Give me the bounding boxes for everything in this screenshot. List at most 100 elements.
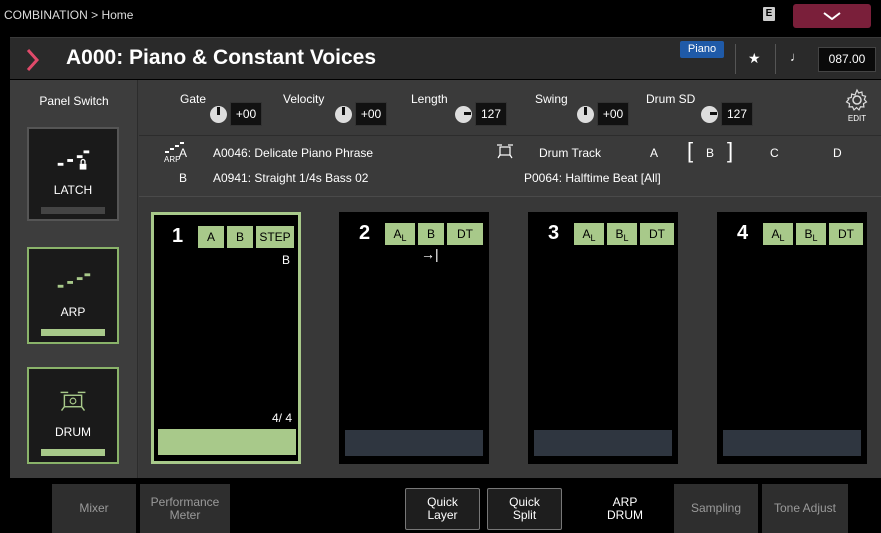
slot-c[interactable]: C bbox=[770, 146, 779, 160]
drum-switch-label: DRUM bbox=[55, 425, 91, 439]
track-tag-step[interactable]: STEP bbox=[256, 226, 294, 248]
slot-a[interactable]: A bbox=[650, 146, 658, 160]
button-label-line2: Split bbox=[512, 508, 537, 522]
breadcrumb: COMBINATION > Home bbox=[4, 8, 134, 22]
arp-switch-label: ARP bbox=[60, 305, 86, 319]
arp-pattern-info: ARP A A0046: Delicate Piano Phrase B A09… bbox=[139, 137, 881, 195]
track-tag-a[interactable]: AL bbox=[763, 223, 793, 245]
slot-d[interactable]: D bbox=[833, 146, 842, 160]
track-tag-dt[interactable]: DT bbox=[640, 223, 674, 245]
drum-sd-label: Drum SD bbox=[646, 92, 696, 106]
swing-label: Swing bbox=[535, 92, 568, 106]
slot-bracket-right: ] bbox=[727, 138, 734, 163]
button-label-line2: Layer bbox=[427, 508, 458, 522]
track-tag-dt[interactable]: DT bbox=[447, 223, 483, 245]
tag-sub: L bbox=[401, 233, 407, 243]
drum-pattern[interactable]: P0064: Halftime Beat [All] bbox=[524, 171, 661, 185]
main-panel: Panel Switch LATCH ARP DRUM Gate +00 Vel… bbox=[10, 80, 881, 478]
track-tag-dt[interactable]: DT bbox=[829, 223, 863, 245]
gate-label: Gate bbox=[180, 92, 207, 106]
track-tag-b[interactable]: B bbox=[227, 226, 253, 248]
track-number: 1 bbox=[172, 225, 184, 247]
gate-value[interactable]: +00 bbox=[230, 102, 262, 126]
quick-layer-button[interactable]: Quick Layer bbox=[405, 488, 480, 530]
track-footbar bbox=[158, 429, 296, 455]
drum-indicator bbox=[41, 449, 105, 456]
e-indicator-icon: E bbox=[763, 7, 775, 21]
chevron-right-icon[interactable] bbox=[18, 46, 48, 74]
tag-sub: L bbox=[623, 233, 629, 243]
arp-a-pattern[interactable]: A0046: Delicate Piano Phrase bbox=[213, 146, 373, 160]
drum-track-label: Drum Track bbox=[539, 146, 602, 160]
track-4[interactable]: 4 AL BL DT bbox=[717, 212, 867, 464]
arp-indicator bbox=[41, 329, 105, 336]
tempo-field[interactable]: 087.00 bbox=[818, 47, 876, 72]
velocity-knob-icon[interactable] bbox=[335, 106, 352, 123]
tag-text: B bbox=[804, 227, 813, 241]
menu-collapse-button[interactable] bbox=[793, 4, 871, 28]
bottom-tab-bar: Mixer Performance Meter Quick Layer Quic… bbox=[0, 484, 881, 533]
track-footbar bbox=[723, 430, 861, 456]
tag-text: A bbox=[393, 227, 402, 241]
tag-sub: L bbox=[779, 233, 785, 243]
slot-b[interactable]: B bbox=[706, 146, 714, 160]
edit-label: EDIT bbox=[847, 114, 867, 123]
quarter-note-icon: ♩ bbox=[790, 49, 803, 64]
gate-knob-icon[interactable] bbox=[210, 106, 227, 123]
drum-switch-button[interactable]: DRUM bbox=[27, 367, 119, 464]
track-1[interactable]: 1 A B STEP B 4/ 4 bbox=[151, 212, 301, 464]
tag-text: A bbox=[582, 227, 591, 241]
length-knob-icon[interactable] bbox=[455, 106, 472, 123]
track-tag-a[interactable]: A bbox=[198, 226, 224, 248]
track-footbar bbox=[345, 430, 483, 456]
divider bbox=[775, 44, 776, 74]
tab-performance-meter[interactable]: Performance Meter bbox=[140, 484, 230, 533]
track-3[interactable]: 3 AL BL DT bbox=[528, 212, 678, 464]
tag-text: A bbox=[771, 227, 780, 241]
track-number: 2 bbox=[359, 222, 371, 244]
latch-button[interactable]: LATCH bbox=[27, 127, 119, 221]
track-arrow-icon: →| bbox=[421, 246, 439, 262]
latch-arp-icon bbox=[57, 150, 90, 170]
track-tag-b[interactable]: BL bbox=[796, 223, 826, 245]
latch-indicator bbox=[41, 207, 105, 214]
arp-icon bbox=[57, 273, 91, 288]
arp-b-pattern[interactable]: A0941: Straight 1/4s Bass 02 bbox=[213, 171, 368, 185]
tab-arp-drum[interactable]: ARP DRUM bbox=[580, 484, 670, 533]
chevron-down-icon bbox=[823, 12, 841, 20]
drum-sd-knob-icon[interactable] bbox=[701, 106, 718, 123]
edit-button[interactable]: EDIT bbox=[839, 86, 875, 126]
track-tag-b[interactable]: BL bbox=[607, 223, 637, 245]
slot-bracket-left: [ bbox=[687, 138, 694, 163]
track-tag-a[interactable]: AL bbox=[385, 223, 415, 245]
drum-track-icon bbox=[497, 144, 513, 159]
quick-split-button[interactable]: Quick Split bbox=[487, 488, 562, 530]
track-2[interactable]: 2 AL B DT →| bbox=[339, 212, 489, 464]
gear-icon bbox=[845, 88, 868, 111]
status-bar: COMBINATION > Home E bbox=[0, 0, 881, 33]
tab-tone-adjust[interactable]: Tone Adjust bbox=[762, 484, 848, 533]
drum-sd-value[interactable]: 127 bbox=[721, 102, 753, 126]
arp-icon-label: ARP bbox=[164, 155, 181, 164]
panel-switch-column: Panel Switch LATCH ARP DRUM bbox=[10, 80, 138, 478]
arp-switch-button[interactable]: ARP bbox=[27, 247, 119, 344]
tab-label-line1: Performance bbox=[150, 494, 220, 509]
tag-text: B bbox=[615, 227, 624, 241]
track-tag-b[interactable]: B bbox=[418, 223, 444, 245]
velocity-value[interactable]: +00 bbox=[355, 102, 387, 126]
category-badge: Piano bbox=[680, 41, 724, 58]
swing-knob-icon[interactable] bbox=[577, 106, 594, 123]
drum-kit-icon bbox=[60, 391, 86, 411]
length-value[interactable]: 127 bbox=[475, 102, 507, 126]
track-number: 4 bbox=[737, 222, 749, 244]
program-name[interactable]: A000: Piano & Constant Voices bbox=[66, 46, 376, 70]
tab-mixer[interactable]: Mixer bbox=[52, 484, 136, 533]
tab-sampling[interactable]: Sampling bbox=[674, 484, 758, 533]
latch-label: LATCH bbox=[53, 183, 93, 197]
swing-value[interactable]: +00 bbox=[597, 102, 629, 126]
track-sub-label: B bbox=[282, 253, 291, 267]
track-tag-a[interactable]: AL bbox=[574, 223, 604, 245]
panel-switch-label: Panel Switch bbox=[39, 94, 109, 108]
star-icon[interactable]: ★ bbox=[748, 50, 761, 67]
arp-tracks-area: 1 A B STEP B 4/ 4 2 AL B DT →| 3 AL BL D… bbox=[139, 196, 881, 478]
